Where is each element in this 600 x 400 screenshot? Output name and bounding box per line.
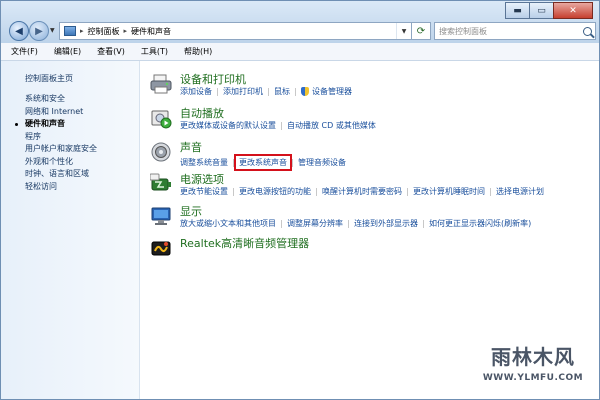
section-title-autoplay[interactable]: 自动播放: [180, 105, 224, 121]
search-input[interactable]: [435, 25, 579, 37]
sidebar-item-hardware-sound: 硬件和声音: [15, 118, 97, 131]
link-change-system-sounds[interactable]: 更改系统声音: [234, 154, 292, 171]
breadcrumb-control-panel[interactable]: 控制面板: [88, 26, 120, 37]
link-adjust-volume[interactable]: 调整系统音量: [180, 157, 228, 168]
recent-pages-dropdown[interactable]: ▼: [50, 27, 55, 34]
link-separator: [490, 187, 491, 196]
watermark-name: 雨林木风: [491, 345, 575, 369]
section-title-sound[interactable]: 声音: [180, 139, 202, 155]
sidebar-home-link[interactable]: 控制面板主页: [25, 73, 73, 84]
back-button[interactable]: ◀: [9, 21, 29, 41]
link-separator: [423, 219, 424, 228]
link-separator: [292, 158, 293, 167]
link-separator: [233, 187, 234, 196]
display-icon: [151, 207, 171, 225]
link-choose-power-plan[interactable]: 选择电源计划: [496, 186, 544, 197]
sidebar: 控制面板主页 系统和安全 网络和 Internet 硬件和声音 程序 用户帐户和…: [1, 61, 140, 399]
section-links: 添加设备 添加打印机 鼠标 设备管理器: [180, 86, 352, 97]
sidebar-item-ease-of-access[interactable]: 轻松访问: [25, 181, 97, 194]
link-change-power-saving[interactable]: 更改节能设置: [180, 186, 228, 197]
forward-button[interactable]: ▶: [29, 21, 49, 41]
search-icon[interactable]: [583, 26, 592, 36]
maximize-button[interactable]: ▭: [529, 2, 554, 19]
sidebar-item-network-internet[interactable]: 网络和 Internet: [25, 106, 97, 119]
section-links: 调整系统音量 更改系统声音 管理音频设备: [180, 154, 346, 171]
sidebar-item-system-security[interactable]: 系统和安全: [25, 93, 97, 106]
section-links: 更改节能设置 更改电源按钮的功能 唤醒计算机时需要密码 更改计算机睡眠时间 选择…: [180, 186, 544, 197]
menu-help[interactable]: 帮助(H): [178, 46, 218, 57]
watermark-url: WWW.YLMFU.COM: [482, 373, 584, 383]
sidebar-item-user-accounts[interactable]: 用户帐户和家庭安全: [25, 143, 97, 156]
link-device-manager[interactable]: 设备管理器: [312, 86, 352, 97]
menu-tools[interactable]: 工具(T): [135, 46, 174, 57]
section-links: 放大或缩小文本和其他项目 调整屏幕分辨率 连接到外部显示器 如何更正显示器闪烁(…: [180, 218, 531, 229]
speaker-icon: [151, 142, 171, 162]
link-separator: [217, 87, 218, 96]
link-fix-flicker[interactable]: 如何更正显示器闪烁(刷新率): [429, 218, 531, 229]
section-title-power-options[interactable]: 电源选项: [180, 171, 224, 187]
link-power-button-function[interactable]: 更改电源按钮的功能: [239, 186, 311, 197]
autoplay-icon: [151, 110, 172, 129]
title-bar: ▬ ▭ ✕ ◀ ▶ ▼ ▸ 控制面板 ▸ 硬件和声音 ▼ ⟳: [1, 1, 599, 43]
menu-file[interactable]: 文件(F): [5, 46, 44, 57]
breadcrumb-separator-icon[interactable]: ▸: [124, 27, 128, 35]
link-separator: [281, 121, 282, 130]
link-separator: [348, 219, 349, 228]
address-bar[interactable]: ▸ 控制面板 ▸ 硬件和声音 ▼ ⟳: [59, 22, 431, 40]
control-panel-icon: [64, 26, 76, 36]
link-mouse[interactable]: 鼠标: [274, 86, 290, 97]
section-title-realtek[interactable]: Realtek高清晰音频管理器: [180, 235, 309, 251]
sidebar-list: 系统和安全 网络和 Internet 硬件和声音 程序 用户帐户和家庭安全 外观…: [15, 93, 97, 194]
section-title-display[interactable]: 显示: [180, 203, 202, 219]
watermark-logo: 雨林木风 WWW.YLMFU.COM: [469, 335, 597, 397]
control-panel-window: ▬ ▭ ✕ ◀ ▶ ▼ ▸ 控制面板 ▸ 硬件和声音 ▼ ⟳ 文件(F) 编辑(…: [0, 0, 600, 400]
breadcrumb-hardware-sound[interactable]: 硬件和声音: [131, 26, 171, 37]
search-box[interactable]: [434, 22, 596, 40]
breadcrumb-separator-icon[interactable]: ▸: [80, 27, 84, 35]
power-icon: [150, 173, 171, 191]
link-add-printer[interactable]: 添加打印机: [223, 86, 263, 97]
sidebar-item-programs[interactable]: 程序: [25, 131, 97, 144]
link-autoplay-cd[interactable]: 自动播放 CD 或其他媒体: [287, 120, 376, 131]
link-separator: [268, 87, 269, 96]
link-separator: [316, 187, 317, 196]
link-require-password-wake[interactable]: 唤醒计算机时需要密码: [322, 186, 402, 197]
realtek-icon: [151, 241, 171, 256]
link-add-device[interactable]: 添加设备: [180, 86, 212, 97]
window-controls: ▬ ▭ ✕: [505, 2, 593, 19]
close-button[interactable]: ✕: [553, 2, 593, 19]
link-external-display[interactable]: 连接到外部显示器: [354, 218, 418, 229]
link-zoom-text[interactable]: 放大或缩小文本和其他项目: [180, 218, 276, 229]
link-change-sleep-time[interactable]: 更改计算机睡眠时间: [413, 186, 485, 197]
link-separator: [407, 187, 408, 196]
address-dropdown-icon[interactable]: ▼: [396, 23, 411, 39]
link-separator: [295, 87, 296, 96]
printer-icon: [150, 74, 172, 94]
menu-edit[interactable]: 编辑(E): [48, 46, 87, 57]
sidebar-item-appearance[interactable]: 外观和个性化: [25, 156, 97, 169]
sidebar-item-clock-language[interactable]: 时钟、语言和区域: [25, 168, 97, 181]
minimize-button[interactable]: ▬: [505, 2, 530, 19]
link-manage-audio-devices[interactable]: 管理音频设备: [298, 157, 346, 168]
uac-shield-icon: [301, 87, 309, 96]
arrow-right-icon: ▶: [35, 25, 43, 37]
link-change-media-defaults[interactable]: 更改媒体或设备的默认设置: [180, 120, 276, 131]
menu-bar: 文件(F) 编辑(E) 查看(V) 工具(T) 帮助(H): [1, 43, 599, 61]
link-screen-resolution[interactable]: 调整屏幕分辨率: [287, 218, 343, 229]
arrow-left-icon: ◀: [15, 25, 23, 37]
menu-view[interactable]: 查看(V): [91, 46, 131, 57]
section-links: 更改媒体或设备的默认设置 自动播放 CD 或其他媒体: [180, 120, 376, 131]
section-title-devices-printers[interactable]: 设备和打印机: [180, 71, 246, 87]
link-separator: [281, 219, 282, 228]
refresh-icon[interactable]: ⟳: [411, 23, 430, 39]
